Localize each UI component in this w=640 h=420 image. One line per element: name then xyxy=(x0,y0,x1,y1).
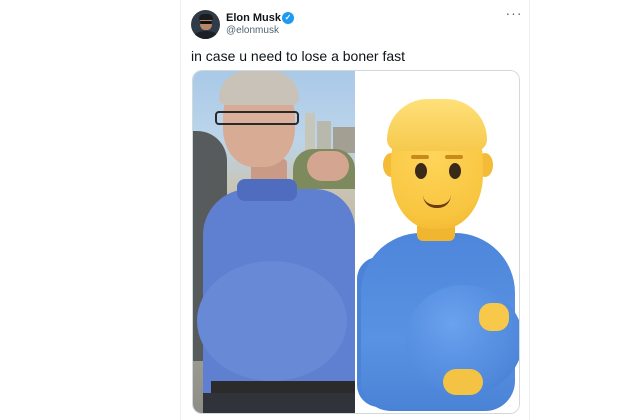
avatar-sunglasses xyxy=(200,21,212,24)
tweet-text: in case u need to lose a boner fast xyxy=(191,48,406,64)
emoji-eye-left xyxy=(415,163,427,179)
emoji-hair xyxy=(387,99,487,151)
author-name[interactable]: Elon Musk xyxy=(226,11,281,25)
eyeglasses xyxy=(215,111,299,125)
avatar-hair xyxy=(199,14,213,20)
photo-man-blue-polo[interactable] xyxy=(193,71,355,413)
pregnant-man-emoji[interactable] xyxy=(357,71,519,413)
shirt-collar xyxy=(237,179,297,201)
left-gutter xyxy=(0,0,10,420)
man-hair xyxy=(219,71,299,105)
more-options-icon[interactable]: ··· xyxy=(504,6,524,24)
verified-badge-icon: ✓ xyxy=(282,12,294,24)
emoji-eyebrow-right xyxy=(445,155,463,159)
hand-on-shoulder xyxy=(307,151,349,181)
emoji-hand-bottom xyxy=(443,369,483,395)
belly xyxy=(197,261,347,381)
avatar-shoulders xyxy=(193,31,219,39)
emoji-eyebrow-left xyxy=(411,155,429,159)
right-gutter xyxy=(630,0,640,420)
pants xyxy=(203,393,355,413)
author-handle[interactable]: @elonmusk xyxy=(226,25,279,37)
emoji-hand-top xyxy=(479,303,509,331)
background-building xyxy=(305,113,315,151)
emoji-eye-right xyxy=(449,163,461,179)
author-avatar[interactable] xyxy=(191,10,220,39)
tweet-media[interactable] xyxy=(192,70,520,414)
